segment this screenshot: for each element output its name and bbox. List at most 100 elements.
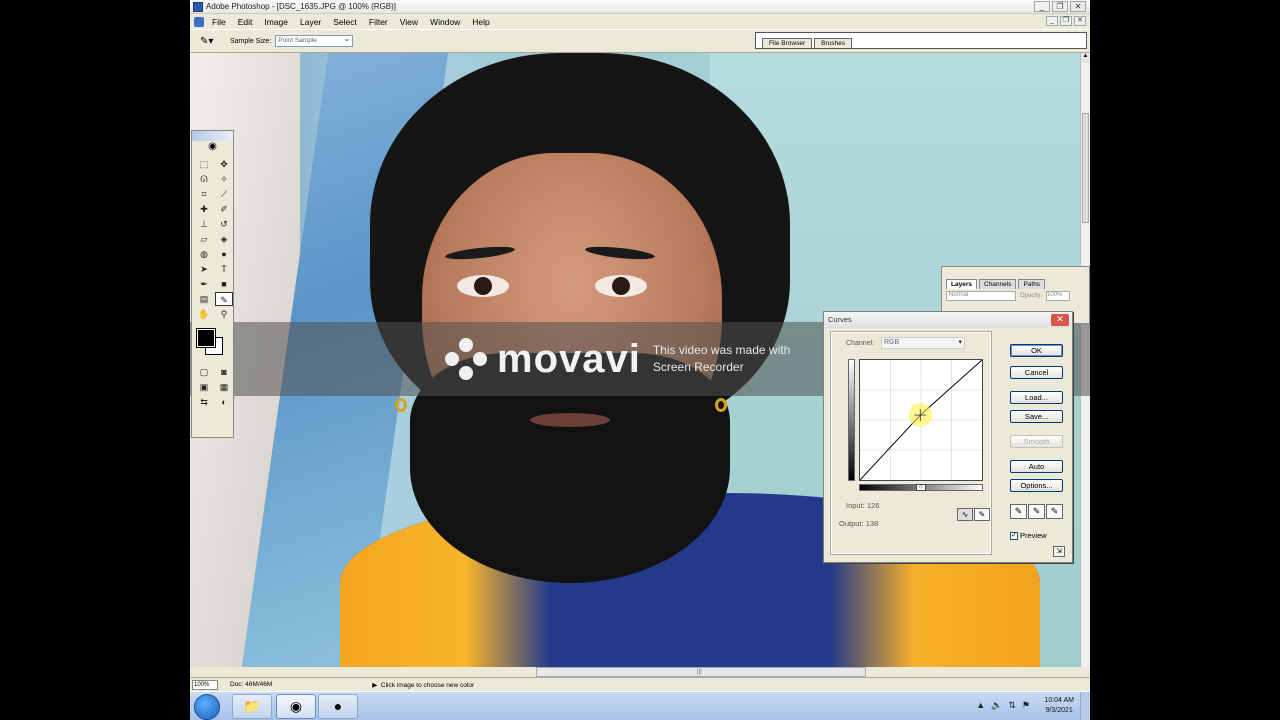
white-eyedropper-icon[interactable]: ✎ (1046, 504, 1063, 519)
save-button[interactable]: Save... (1010, 410, 1063, 423)
color-swatches[interactable] (195, 327, 230, 359)
zoom-level-field[interactable]: 100% (192, 679, 218, 690)
system-clock[interactable]: 10:04 AM 9/3/2021 (1044, 696, 1074, 716)
clone-stamp-tool-icon[interactable]: ⊥ (195, 217, 213, 231)
photoshop-eye-icon[interactable]: ◉ (192, 141, 233, 155)
paint-bucket-tool-icon[interactable]: ◈ (215, 232, 233, 246)
toolbox-titlebar[interactable] (192, 131, 233, 141)
notes-tool-icon[interactable]: ▤ (195, 292, 213, 306)
curve-graph[interactable] (859, 359, 983, 481)
tab-brushes[interactable]: Brushes (814, 38, 852, 48)
history-brush-tool-icon[interactable]: ↺ (215, 217, 233, 231)
sample-size-select[interactable]: Point Sample (275, 34, 354, 47)
volume-icon[interactable]: 🔈 (991, 700, 1002, 711)
start-button-icon[interactable] (194, 694, 220, 720)
move-tool-icon[interactable]: ✥ (215, 157, 233, 171)
cancel-button[interactable]: Cancel (1010, 366, 1063, 379)
shape-tool-icon[interactable]: ■ (215, 277, 233, 291)
output-label: Output: (839, 519, 864, 528)
blur-tool-icon[interactable]: ◍ (195, 247, 213, 261)
watermark-brand: movavi (497, 336, 641, 381)
opacity-label: Opacity: (1020, 293, 1043, 299)
menu-filter[interactable]: Filter (363, 17, 394, 27)
jump-to-icon[interactable]: ◐ (215, 395, 233, 409)
photoshop-taskbar-icon[interactable]: ◉ (276, 694, 316, 719)
clock-date: 9/3/2021 (1045, 707, 1073, 714)
restore-button[interactable]: ❐ (1052, 1, 1068, 12)
tab-file-browser[interactable]: File Browser (762, 38, 813, 48)
load-button[interactable]: Load... (1010, 391, 1063, 404)
gray-eyedropper-icon[interactable]: ✎ (1028, 504, 1045, 519)
crop-tool-icon[interactable]: ⌗ (195, 187, 213, 201)
preview-checkbox[interactable]: ✓ (1010, 531, 1018, 540)
photoshop-window: Adobe Photoshop - [DSC_1635.JPG @ 100% (… (190, 0, 1090, 720)
pencil-mode-icon[interactable]: ✎ (974, 508, 990, 521)
gradient-toggle-icon[interactable]: ◇ (916, 484, 926, 491)
doc-close-button[interactable]: ✕ (1074, 16, 1086, 26)
curves-close-icon[interactable]: ✕ (1051, 314, 1069, 326)
screen-recorder-taskbar-icon[interactable]: ● (318, 694, 358, 719)
magic-wand-tool-icon[interactable]: ✧ (215, 172, 233, 186)
ok-button[interactable]: OK (1010, 344, 1063, 357)
network-icon[interactable]: ⇅ (1008, 700, 1016, 711)
jump-to-imageready-icon[interactable]: ⇆ (195, 395, 213, 409)
close-button[interactable]: ✕ (1070, 1, 1086, 12)
opacity-input[interactable]: 100% (1046, 291, 1071, 301)
foreground-color-swatch[interactable] (196, 328, 216, 348)
document-icon[interactable] (194, 16, 204, 27)
options-button[interactable]: Options... (1010, 479, 1063, 492)
tab-channels[interactable]: Channels (978, 279, 1017, 289)
clock-time: 10:04 AM (1044, 697, 1074, 704)
doc-restore-button[interactable]: ❐ (1060, 16, 1072, 26)
menu-help[interactable]: Help (466, 17, 495, 27)
doc-size[interactable]: Doc: 46M/46M (230, 681, 272, 688)
minimize-button[interactable]: _ (1034, 1, 1050, 12)
menu-file[interactable]: File (206, 17, 232, 27)
slice-tool-icon[interactable]: ⟋ (215, 187, 233, 201)
healing-brush-tool-icon[interactable]: ✚ (195, 202, 213, 216)
standard-screen-mode-icon[interactable]: ▣ (195, 380, 213, 394)
menu-select[interactable]: Select (327, 17, 363, 27)
tray-arrow-icon[interactable]: ▲ (976, 700, 985, 711)
lasso-tool-icon[interactable]: ᘏ (195, 172, 213, 186)
action-center-icon[interactable]: ⚑ (1022, 700, 1030, 711)
horizontal-scrollbar[interactable]: ||| (536, 667, 866, 677)
status-bar: 100% Doc: 46M/46M ▶ Click image to choos… (190, 677, 1090, 691)
scroll-thumb[interactable] (1082, 113, 1089, 223)
blend-mode-select[interactable]: Normal (946, 291, 1016, 301)
type-tool-icon[interactable]: T (215, 262, 233, 276)
sample-size-label: Sample Size: (230, 37, 272, 45)
brush-tool-icon[interactable]: ✐ (215, 202, 233, 216)
channel-select[interactable]: RGB (881, 337, 965, 349)
tab-paths[interactable]: Paths (1018, 279, 1046, 289)
black-eyedropper-icon[interactable]: ✎ (1010, 504, 1027, 519)
menu-bar: File Edit Image Layer Select Filter View… (190, 14, 1090, 29)
menu-layer[interactable]: Layer (294, 17, 327, 27)
scroll-up-icon[interactable]: ▲ (1081, 53, 1090, 63)
pen-tool-icon[interactable]: ✒ (195, 277, 213, 291)
smooth-button[interactable]: Smooth (1010, 435, 1063, 448)
scroll-grip-icon[interactable]: ||| (697, 669, 702, 675)
menu-window[interactable]: Window (424, 17, 466, 27)
curve-mode-icon[interactable]: ∿ (957, 508, 973, 521)
quick-mask-mode-icon[interactable]: ◙ (215, 365, 233, 379)
eraser-tool-icon[interactable]: ▱ (195, 232, 213, 246)
doc-minimize-button[interactable]: _ (1046, 16, 1058, 26)
show-desktop-button[interactable] (1080, 692, 1090, 720)
expand-dialog-icon[interactable]: ⇲ (1053, 546, 1065, 557)
hand-tool-icon[interactable]: ✋ (195, 307, 213, 321)
menu-edit[interactable]: Edit (232, 17, 259, 27)
full-screen-mode-icon[interactable]: ▦ (215, 380, 233, 394)
menu-image[interactable]: Image (258, 17, 294, 27)
auto-button[interactable]: Auto (1010, 460, 1063, 473)
file-explorer-icon[interactable]: 📁 (232, 694, 272, 719)
standard-mode-icon[interactable]: ▢ (195, 365, 213, 379)
tab-layers[interactable]: Layers (946, 279, 977, 289)
marquee-tool-icon[interactable]: ⬚ (195, 157, 213, 171)
eyedropper-tool-icon[interactable]: ✎ (215, 292, 233, 306)
path-select-tool-icon[interactable]: ➤ (195, 262, 213, 276)
dodge-tool-icon[interactable]: ● (215, 247, 233, 261)
menu-view[interactable]: View (394, 17, 424, 27)
eyedropper-icon[interactable]: ✎▾ (200, 36, 218, 47)
zoom-tool-icon[interactable]: ⚲ (215, 307, 233, 321)
